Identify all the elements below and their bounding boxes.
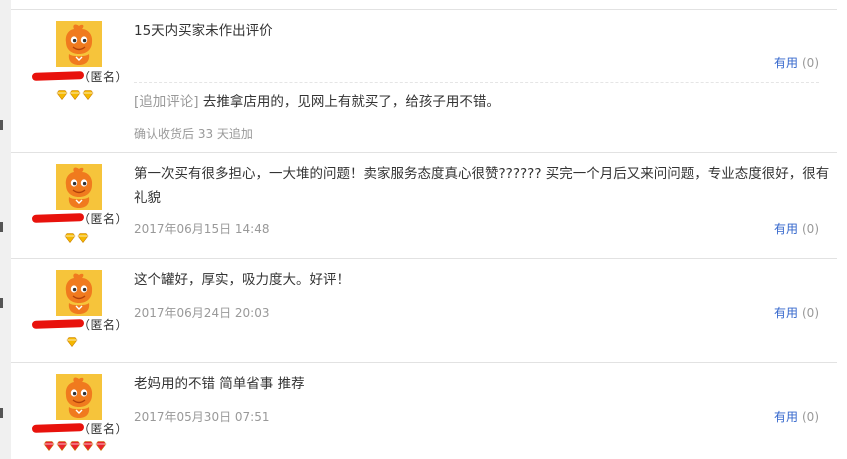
useful-vote[interactable]: 有用 (0) [774, 304, 819, 321]
review-item: （匿名） 这个罐好，厚实，吸力度大。好评！ 2017年06月24日 20:03 … [11, 259, 837, 363]
useful-count: (0) [802, 410, 819, 424]
review-text: 老妈用的不错 简单省事 推荐 [134, 376, 305, 392]
useful-vote[interactable]: 有用 (0) [774, 408, 819, 425]
review-item: （匿名） 第一次买有很多担心，一大堆的问题！卖家服务态度真心很赞?????? 买… [11, 153, 837, 259]
anonymous-label: （匿名） [78, 318, 129, 332]
credit-badge-icon [64, 232, 76, 243]
review-item: （匿名） 15天内买家未作出评价 有用 (0) [追加评论] 去推拿店用的，见网上… [11, 10, 837, 153]
reviewer-name: （匿名） [31, 420, 142, 436]
review-text: 第一次买有很多担心，一大堆的问题！卖家服务态度真心很赞?????? 买完一个月后… [134, 166, 830, 206]
useful-count: (0) [802, 222, 819, 236]
credit-badges [66, 336, 79, 348]
review-text: 15天内买家未作出评价 [134, 23, 273, 39]
useful-link[interactable]: 有用 [774, 306, 798, 320]
credit-badge-icon [77, 232, 89, 243]
credit-badge-icon [69, 89, 81, 100]
anonymous-label: （匿名） [78, 212, 129, 226]
reviewer-name: （匿名） [31, 210, 142, 226]
credit-badges [64, 232, 90, 244]
avatar [56, 21, 102, 67]
append-text: 去推拿店用的，见网上有就买了，给孩子用不错。 [202, 94, 500, 110]
credit-badge-icon [56, 440, 68, 451]
avatar [56, 164, 102, 210]
useful-link[interactable]: 有用 [774, 222, 798, 236]
anonymous-label: （匿名） [78, 70, 129, 84]
review-item: （匿名） 老妈用的不错 简单省事 推荐 2017年05月30日 07:51 有用… [11, 363, 837, 459]
useful-count: (0) [802, 306, 819, 320]
append-meta: 确认收货后 33 天追加 [134, 127, 253, 141]
append-tag: [追加评论] [134, 94, 199, 110]
credit-badges [43, 440, 108, 452]
anonymous-label: （匿名） [78, 422, 129, 436]
credit-badge-icon [95, 440, 107, 451]
reviewer-name: （匿名） [31, 68, 142, 84]
review-list: （匿名） 15天内买家未作出评价 有用 (0) [追加评论] 去推拿店用的，见网上… [11, 9, 837, 459]
review-date: 2017年06月24日 20:03 [134, 306, 270, 320]
gutter-mark [0, 408, 3, 418]
redacted-name [31, 423, 85, 433]
gutter-mark [0, 298, 3, 308]
credit-badge-icon [82, 440, 94, 451]
useful-count: (0) [802, 56, 819, 70]
review-text: 这个罐好，厚实，吸力度大。好评！ [134, 272, 350, 288]
credit-badge-icon [66, 336, 78, 347]
review-date: 2017年06月15日 14:48 [134, 222, 270, 236]
avatar [56, 374, 102, 420]
useful-vote[interactable]: 有用 (0) [774, 220, 819, 237]
credit-badge-icon [69, 440, 81, 451]
append-divider [134, 82, 819, 83]
credit-badges [56, 89, 95, 101]
redacted-name [31, 213, 85, 223]
avatar [56, 270, 102, 316]
useful-link[interactable]: 有用 [774, 56, 798, 70]
appended-review: [追加评论] 去推拿店用的，见网上有就买了，给孩子用不错。 [134, 90, 834, 114]
review-list-page: （匿名） 15天内买家未作出评价 有用 (0) [追加评论] 去推拿店用的，见网上… [0, 0, 847, 459]
useful-vote[interactable]: 有用 (0) [774, 54, 819, 71]
gutter-mark [0, 120, 3, 130]
redacted-name [31, 71, 85, 81]
reviewer-name: （匿名） [31, 316, 142, 332]
credit-badge-icon [56, 89, 68, 100]
redacted-name [31, 319, 85, 329]
credit-badge-icon [82, 89, 94, 100]
gutter-mark [0, 222, 3, 232]
review-date: 2017年05月30日 07:51 [134, 410, 270, 424]
credit-badge-icon [43, 440, 55, 451]
useful-link[interactable]: 有用 [774, 410, 798, 424]
left-gutter [0, 0, 11, 459]
